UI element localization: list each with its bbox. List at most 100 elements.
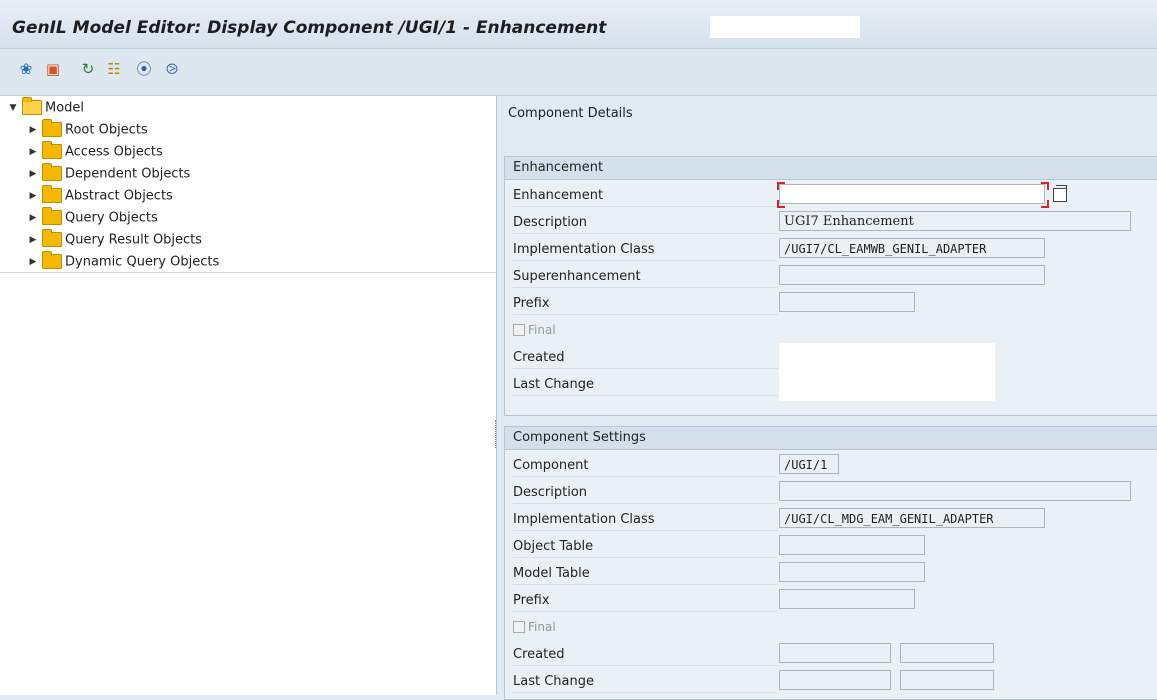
folder-icon: [42, 250, 62, 269]
tree-node-label: Dynamic Query Objects: [65, 254, 220, 270]
created-by-field[interactable]: [779, 643, 891, 663]
changed-on-field[interactable]: [900, 670, 994, 690]
superenhancement-field[interactable]: [779, 265, 1045, 285]
folder-icon: [42, 140, 62, 159]
where-used-icon[interactable]: ☷: [104, 59, 124, 79]
window-title: GenIL Model Editor: Display Component /U…: [12, 18, 607, 38]
row-superenhancement: Superenhancement: [505, 262, 1157, 289]
transport-icon[interactable]: ▣: [43, 59, 63, 79]
tree-node-model[interactable]: ▼ Model: [8, 96, 85, 119]
field-label: Description: [513, 483, 778, 504]
field-label: Description: [513, 213, 778, 234]
copy-icon[interactable]: [1053, 185, 1067, 202]
tree-node-query-objects[interactable]: ▶ Query Objects: [28, 206, 158, 229]
row-last-change: Last Change: [505, 667, 1157, 694]
find-icon[interactable]: ⦿: [134, 59, 154, 79]
implementation-class-field[interactable]: /UGI7/CL_EAMWB_GENIL_ADAPTER: [779, 238, 1045, 258]
title-bar: GenIL Model Editor: Display Component /U…: [0, 0, 1157, 49]
tree-node-access-objects[interactable]: ▶ Access Objects: [28, 140, 163, 163]
field-label: Created: [513, 348, 778, 369]
expand-arrow-icon[interactable]: ▶: [28, 163, 38, 185]
row-enhancement: Enhancement: [505, 181, 1157, 208]
folder-icon: [42, 162, 62, 181]
focus-corner: [777, 182, 785, 190]
tree-node-label: Query Objects: [65, 210, 158, 226]
row-final: Final: [505, 316, 1157, 343]
expand-arrow-icon[interactable]: ▶: [28, 119, 38, 141]
created-on-field[interactable]: [900, 643, 994, 663]
other-object-icon[interactable]: ❀: [16, 59, 36, 79]
implementation-class-field[interactable]: /UGI/CL_MDG_EAM_GENIL_ADAPTER: [779, 508, 1045, 528]
tree-node-label: Model: [45, 100, 85, 116]
final-checkbox[interactable]: Final: [513, 619, 556, 635]
folder-open-icon: [22, 96, 42, 115]
folder-icon: [42, 184, 62, 203]
row-description: Description: [505, 478, 1157, 505]
checkbox-icon: [513, 620, 525, 633]
description-field[interactable]: [779, 481, 1131, 501]
component-details-pane: Component Details Enhancement Enhancemen…: [500, 96, 1157, 700]
field-label: Superenhancement: [513, 267, 778, 288]
field-label: Created: [513, 645, 778, 666]
field-label: Enhancement: [513, 186, 778, 207]
tree-node-root-objects[interactable]: ▶ Root Objects: [28, 118, 148, 141]
field-label: Last Change: [513, 672, 778, 693]
description-field[interactable]: UGI7 Enhancement: [779, 211, 1131, 231]
expand-arrow-icon[interactable]: ▶: [28, 207, 38, 229]
tree-node-abstract-objects[interactable]: ▶ Abstract Objects: [28, 184, 173, 207]
application-toolbar: ❀ ▣ ↻ ☷ ⦿ ⧁: [0, 49, 1157, 96]
row-prefix: Prefix: [505, 289, 1157, 316]
row-final: Final: [505, 613, 1157, 640]
group-header: Enhancement: [505, 157, 1157, 180]
row-component: Component /UGI/1: [505, 451, 1157, 478]
expand-arrow-icon[interactable]: ▶: [28, 229, 38, 251]
tree-node-dependent-objects[interactable]: ▶ Dependent Objects: [28, 162, 191, 185]
field-label: Implementation Class: [513, 240, 778, 261]
changed-by-field[interactable]: [779, 670, 891, 690]
field-label: Model Table: [513, 564, 778, 585]
folder-icon: [42, 228, 62, 247]
focus-corner: [1041, 182, 1049, 190]
enhancement-input[interactable]: [779, 184, 1045, 204]
field-label: Last Change: [513, 375, 778, 396]
group-header: Component Settings: [505, 427, 1157, 450]
expand-arrow-icon[interactable]: ▶: [28, 185, 38, 207]
tree-node-label: Root Objects: [65, 122, 148, 138]
row-description: Description UGI7 Enhancement: [505, 208, 1157, 235]
final-checkbox[interactable]: Final: [513, 322, 556, 338]
details-title: Component Details: [508, 106, 633, 121]
focus-corner: [777, 200, 785, 208]
folder-icon: [42, 118, 62, 137]
tree-node-dynamic-query-objects[interactable]: ▶ Dynamic Query Objects: [28, 250, 220, 273]
find-next-icon[interactable]: ⧁: [162, 59, 182, 79]
row-implementation-class: Implementation Class /UGI7/CL_EAMWB_GENI…: [505, 235, 1157, 262]
row-object-table: Object Table: [505, 532, 1157, 559]
expand-arrow-icon[interactable]: ▶: [28, 141, 38, 163]
refresh-icon[interactable]: ↻: [78, 59, 98, 79]
component-settings-group: Component Settings Component /UGI/1 Desc…: [504, 426, 1157, 700]
object-table-field[interactable]: [779, 535, 925, 555]
prefix-field[interactable]: [779, 292, 915, 312]
field-label: Prefix: [513, 294, 778, 315]
tree-node-query-result-objects[interactable]: ▶ Query Result Objects: [28, 228, 203, 251]
redacted-created-values: [779, 343, 995, 401]
row-prefix: Prefix: [505, 586, 1157, 613]
tree-node-label: Query Result Objects: [65, 232, 203, 248]
tree-node-label: Abstract Objects: [65, 188, 173, 204]
component-field[interactable]: /UGI/1: [779, 454, 839, 474]
redacted-title-area: [710, 16, 860, 38]
field-label: Implementation Class: [513, 510, 778, 531]
folder-icon: [42, 206, 62, 225]
field-label: Component: [513, 456, 778, 477]
field-label: Object Table: [513, 537, 778, 558]
enhancement-group: Enhancement Enhancement Description UGI7…: [504, 156, 1157, 416]
tree-node-label: Dependent Objects: [65, 166, 191, 182]
prefix-field[interactable]: [779, 589, 915, 609]
model-tree: ▼ Model ▶ Root Objects ▶ Access Objects ▶ De…: [0, 96, 496, 273]
collapse-arrow-icon[interactable]: ▼: [8, 97, 18, 119]
model-table-field[interactable]: [779, 562, 925, 582]
checkbox-icon: [513, 323, 525, 336]
expand-arrow-icon[interactable]: ▶: [28, 251, 38, 273]
focus-corner: [1041, 200, 1049, 208]
row-model-table: Model Table: [505, 559, 1157, 586]
